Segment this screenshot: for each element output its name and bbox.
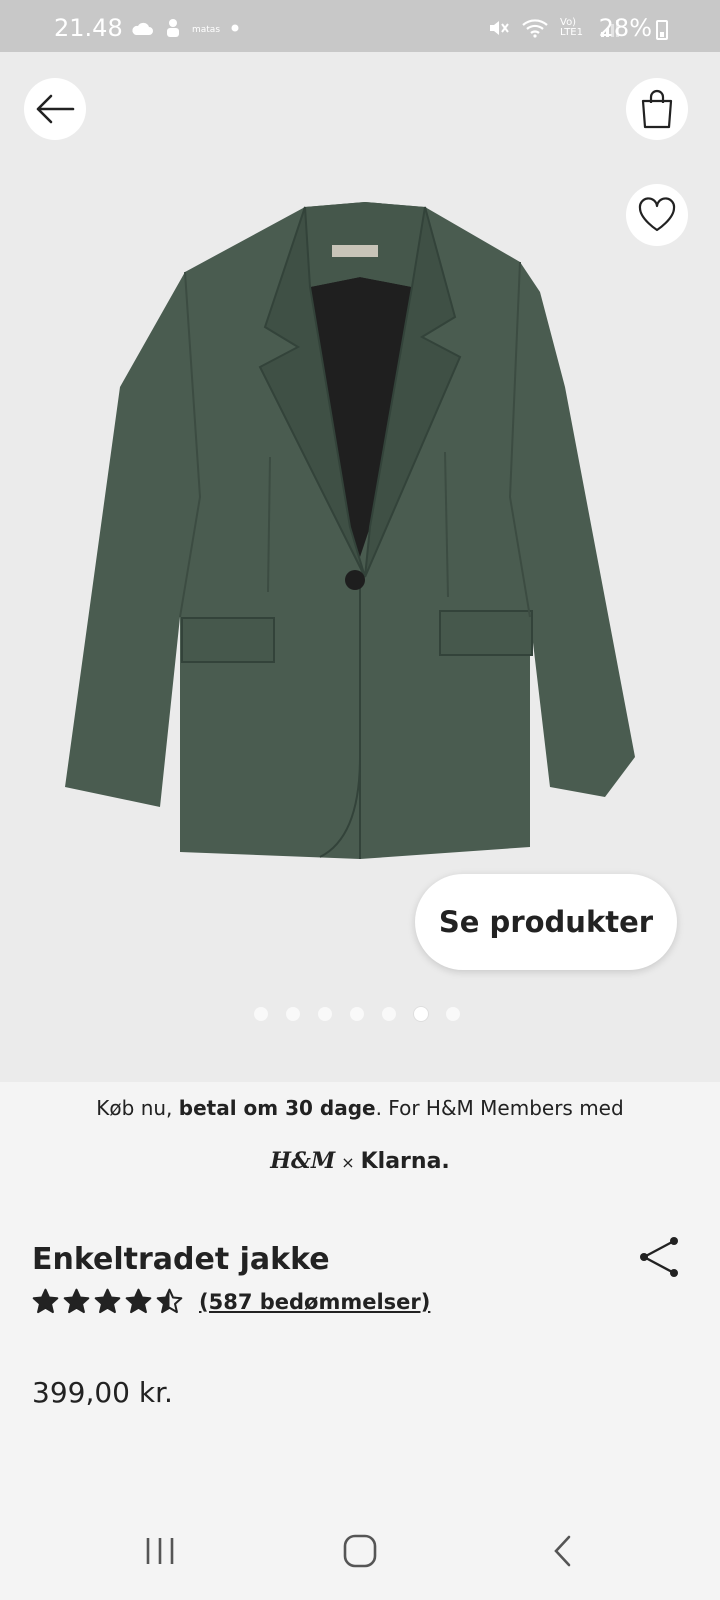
promo-text-bold: betal om 30 dage [178, 1096, 376, 1120]
reviews-link[interactable]: (587 bedømmelser) [199, 1290, 430, 1314]
recent-apps-button[interactable] [137, 1528, 183, 1574]
hm-logo: H&M [270, 1148, 336, 1174]
cloud-icon [132, 22, 153, 35]
battery-icon [656, 20, 668, 40]
see-products-button[interactable]: Se produkter [415, 874, 677, 970]
back-button[interactable] [24, 78, 86, 140]
product-image-carousel[interactable]: Se produkter [0, 52, 720, 1082]
notification-app-icon [167, 19, 179, 37]
chevron-left-icon [554, 1535, 571, 1567]
star-icon [32, 1288, 59, 1314]
mute-icon [490, 21, 509, 35]
carousel-dot[interactable] [382, 1007, 396, 1021]
star-icon [63, 1288, 90, 1314]
system-back-button[interactable] [540, 1528, 586, 1574]
shopping-bag-button[interactable] [626, 78, 688, 140]
matas-app-icon: matas [192, 25, 220, 35]
klarna-logo: Klarna. [360, 1149, 450, 1174]
star-icon [94, 1288, 121, 1314]
home-icon [343, 1534, 377, 1568]
wifi-icon [522, 19, 548, 38]
status-time: 21.48 [54, 14, 123, 42]
arrow-left-icon [36, 94, 75, 124]
carousel-dot[interactable] [446, 1007, 460, 1021]
recent-apps-icon [146, 1538, 174, 1564]
share-icon [640, 1237, 678, 1277]
product-rating[interactable]: (587 bedømmelser) [32, 1288, 430, 1315]
system-navigation-bar [0, 1500, 720, 1600]
hm-klarna-logo: H&M × Klarna. [0, 1148, 720, 1174]
share-button[interactable] [636, 1234, 682, 1280]
network-type-label: Vo) LTE1 [560, 17, 583, 38]
status-bar: 21.48 matas Vo) LTE1 28% [0, 0, 720, 52]
carousel-dot[interactable] [414, 1007, 428, 1021]
rating-stars [32, 1288, 183, 1315]
more-notifications-icon [231, 24, 239, 32]
klarna-promo-text: Køb nu, betal om 30 dage. For H&M Member… [0, 1096, 720, 1120]
carousel-indicator [254, 1007, 460, 1021]
promo-text-after: . For H&M Members med [375, 1096, 624, 1120]
product-price: 399,00 kr. [32, 1376, 173, 1409]
svg-text:matas: matas [192, 25, 220, 35]
star-icon [156, 1288, 183, 1314]
shopping-bag-icon [641, 89, 673, 129]
brand-separator: × [341, 1153, 355, 1172]
home-button[interactable] [337, 1528, 383, 1574]
carousel-dot[interactable] [286, 1007, 300, 1021]
star-icon [125, 1288, 152, 1314]
product-image-jacket [65, 202, 635, 859]
promo-text-before: Køb nu, [96, 1096, 179, 1120]
carousel-dot[interactable] [318, 1007, 332, 1021]
product-title: Enkeltradet jakke [32, 1242, 330, 1277]
status-left-icons: matas [130, 18, 240, 38]
battery-percentage: 28% [598, 14, 652, 42]
carousel-dot[interactable] [350, 1007, 364, 1021]
carousel-dot[interactable] [254, 1007, 268, 1021]
